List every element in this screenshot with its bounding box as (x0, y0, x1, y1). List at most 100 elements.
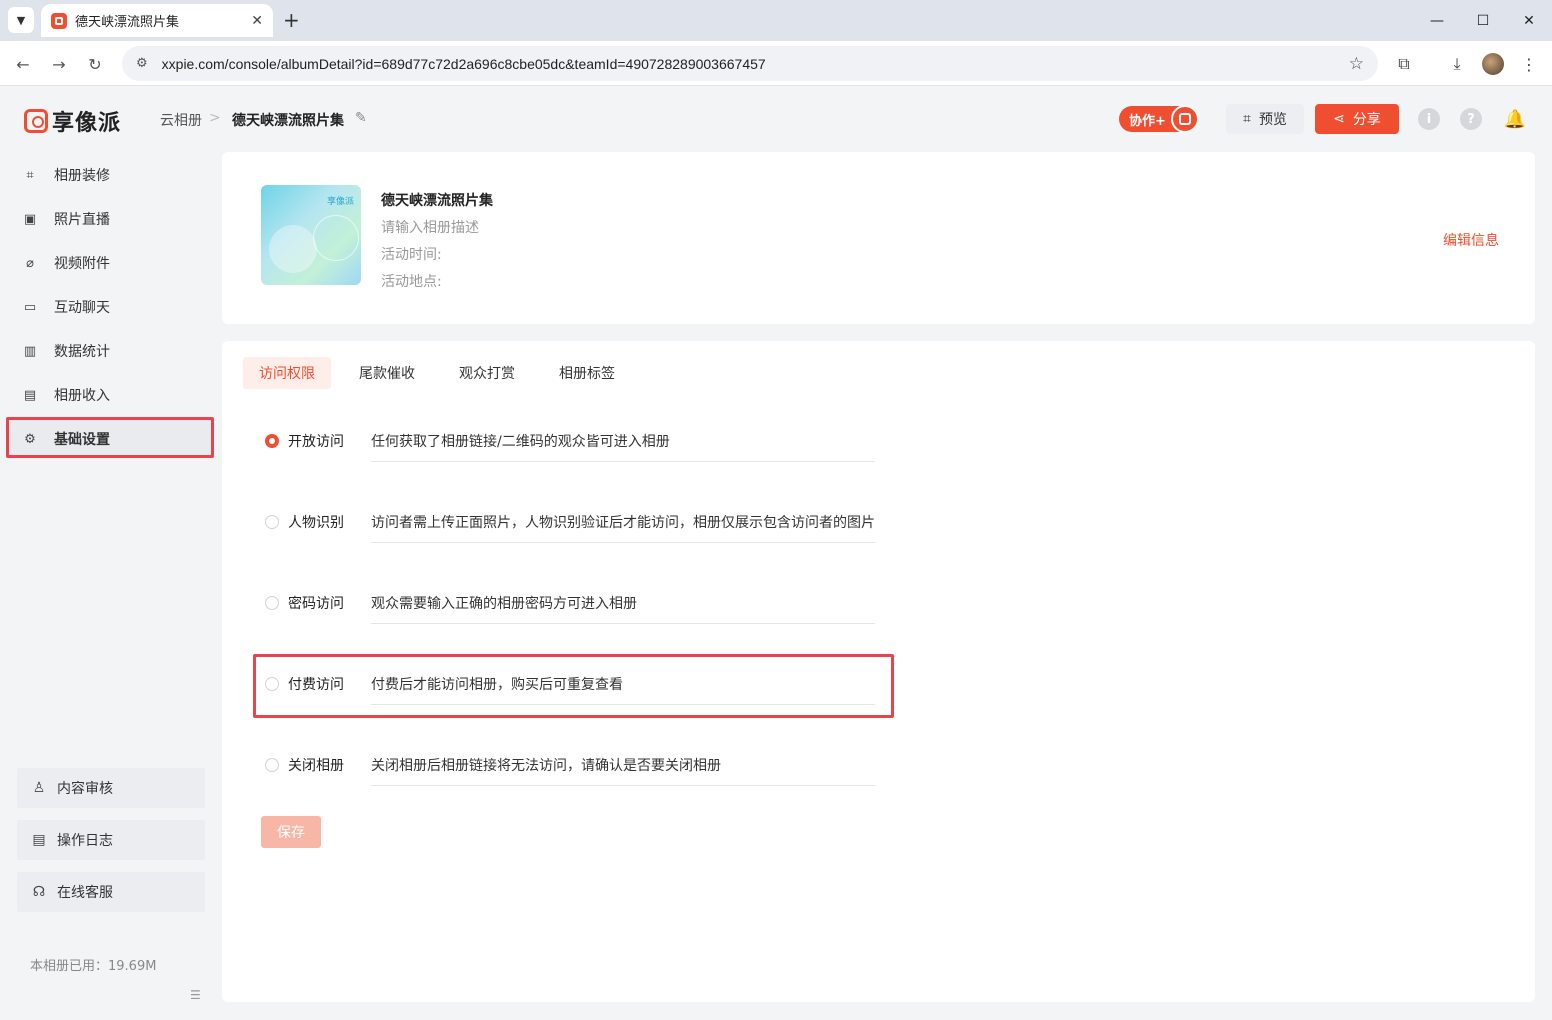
highlight-paid-access (253, 654, 894, 718)
back-icon[interactable]: ← (10, 51, 36, 77)
favicon-icon (51, 12, 67, 29)
info-icon[interactable]: i (1418, 108, 1440, 130)
minimize-icon[interactable]: — (1414, 0, 1460, 41)
headset-icon: ☊ (32, 884, 46, 900)
sidebar-item-label: 相册收入 (54, 388, 110, 404)
storage-usage: 本相册已用：19.69M (30, 959, 157, 974)
scan-icon: ⌗ (1243, 111, 1251, 127)
paperclip-icon: ⌀ (26, 255, 34, 271)
online-support-label: 在线客服 (57, 885, 113, 901)
collab-logo-icon[interactable] (1171, 105, 1199, 133)
forward-icon[interactable]: → (46, 51, 72, 77)
sidebar-item-live[interactable]: ▣ 照片直播 (8, 200, 212, 238)
address-toolbar: ← → ↻ ⚙ xxpie.com/console/albumDetail?id… (0, 41, 1552, 86)
share-button[interactable]: ⋖ 分享 (1315, 104, 1399, 134)
share-icon: ⋖ (1333, 111, 1345, 127)
album-location: 活动地点: (381, 274, 442, 290)
radio-face-recognition[interactable] (265, 515, 279, 529)
menu-icon[interactable]: ⋮ (1517, 52, 1541, 76)
tab-payment-reminder[interactable]: 尾款催收 (343, 357, 431, 389)
app-logo[interactable]: 享像派 (24, 105, 121, 137)
site-info-icon[interactable]: ⚙ (136, 56, 148, 71)
operation-log-label: 操作日志 (57, 833, 113, 849)
option-label: 关闭相册 (288, 758, 344, 774)
radio-close-album[interactable] (265, 758, 279, 772)
highlight-settings (6, 417, 214, 458)
new-tab-icon[interactable]: + (283, 8, 300, 32)
bookmark-star-icon[interactable]: ☆ (1349, 54, 1364, 74)
log-icon: ▤ (32, 832, 46, 848)
album-description: 请输入相册描述 (381, 220, 479, 236)
chat-icon: ▭ (23, 299, 37, 315)
save-button[interactable]: 保存 (261, 816, 321, 848)
browser-tabbar: ▼ 德天峡漂流照片集 ✕ + — ☐ ✕ (0, 0, 1552, 41)
option-open-access[interactable]: 开放访问 任何获取了相册链接/二维码的观众皆可进入相册 (265, 429, 877, 489)
sidebar-item-video[interactable]: ⌀ 视频附件 (8, 244, 212, 282)
chart-icon: ▥ (23, 343, 37, 359)
radio-password-access[interactable] (265, 596, 279, 610)
settings-tabs: 访问权限 尾款催收 观众打赏 相册标签 (243, 357, 643, 389)
album-time: 活动时间: (381, 247, 442, 263)
share-label: 分享 (1352, 112, 1381, 128)
profile-avatar[interactable] (1482, 53, 1504, 75)
collab-label: 协作+ (1129, 113, 1166, 129)
option-desc: 观众需要输入正确的相册密码方可进入相册 (371, 596, 637, 612)
tab-search-icon[interactable]: ▼ (8, 7, 34, 33)
income-icon: ▤ (23, 387, 37, 403)
tab-access[interactable]: 访问权限 (243, 357, 331, 389)
sidebar-item-chat[interactable]: ▭ 互动聊天 (8, 288, 212, 326)
download-icon[interactable]: ⤓ (1445, 52, 1469, 76)
content-review-label: 内容审核 (57, 781, 113, 797)
divider (371, 461, 875, 462)
reload-icon[interactable]: ↻ (82, 51, 108, 77)
help-icon[interactable]: ? (1460, 108, 1482, 130)
tab-tags[interactable]: 相册标签 (543, 357, 631, 389)
option-label: 开放访问 (288, 434, 344, 450)
online-support-button[interactable]: ☊ 在线客服 (17, 872, 205, 912)
option-face-recognition[interactable]: 人物识别 访问者需上传正面照片，人物识别验证后才能访问，相册仅展示包含访问者的图… (265, 510, 877, 570)
sidebar-item-decorate[interactable]: ⌗ 相册装修 (8, 156, 212, 194)
album-title: 德天峡漂流照片集 (381, 193, 493, 209)
option-desc: 关闭相册后相册链接将无法访问，请确认是否要关闭相册 (371, 758, 721, 774)
sidebar-item-stats[interactable]: ▥ 数据统计 (8, 332, 212, 370)
sidebar-item-label: 相册装修 (54, 168, 110, 184)
preview-button[interactable]: ⌗ 预览 (1226, 104, 1304, 134)
decorate-icon: ⌗ (26, 167, 34, 183)
operation-log-button[interactable]: ▤ 操作日志 (17, 820, 205, 860)
option-desc: 访问者需上传正面照片，人物识别验证后才能访问，相册仅展示包含访问者的图片 (371, 515, 875, 531)
sidebar-item-income[interactable]: ▤ 相册收入 (8, 376, 212, 414)
sidebar-item-label: 照片直播 (54, 212, 110, 228)
close-tab-icon[interactable]: ✕ (251, 13, 263, 29)
close-window-icon[interactable]: ✕ (1506, 0, 1552, 41)
tab-tips[interactable]: 观众打赏 (443, 357, 531, 389)
option-password-access[interactable]: 密码访问 观众需要输入正确的相册密码方可进入相册 (265, 591, 877, 651)
cover-logo: 享像派 (326, 197, 354, 207)
breadcrumb-root[interactable]: 云相册 (160, 110, 202, 130)
tab-title: 德天峡漂流照片集 (75, 15, 180, 30)
option-close-album[interactable]: 关闭相册 关闭相册后相册链接将无法访问，请确认是否要关闭相册 (265, 753, 877, 813)
logo-icon (24, 109, 48, 133)
option-label: 人物识别 (288, 515, 344, 531)
maximize-icon[interactable]: ☐ (1460, 0, 1506, 41)
edit-info-link[interactable]: 编辑信息 (1443, 230, 1499, 250)
collapse-sidebar-icon[interactable]: ☰ (190, 988, 201, 1002)
extensions-icon[interactable]: ⧉ (1392, 52, 1416, 76)
edit-title-icon[interactable]: ✎ (355, 110, 367, 126)
radio-open-access[interactable] (265, 434, 279, 448)
preview-label: 预览 (1258, 112, 1287, 128)
divider (371, 785, 875, 786)
sidebar-item-label: 互动聊天 (54, 300, 110, 316)
bell-icon[interactable]: 🔔 (1504, 108, 1526, 130)
album-cover[interactable]: 享像派 (261, 185, 361, 285)
browser-tab[interactable]: 德天峡漂流照片集 ✕ (41, 4, 273, 37)
address-bar[interactable]: ⚙ xxpie.com/console/albumDetail?id=689d7… (122, 46, 1378, 81)
image-icon: ▣ (23, 211, 37, 227)
breadcrumb-separator: > (209, 110, 221, 126)
sidebar-item-label: 视频附件 (54, 256, 110, 272)
url-text[interactable]: xxpie.com/console/albumDetail?id=689d77c… (162, 56, 1349, 72)
window-controls: — ☐ ✕ (1414, 0, 1552, 41)
content-review-button[interactable]: ♙ 内容审核 (17, 768, 205, 808)
album-info-card (222, 152, 1535, 324)
option-label: 密码访问 (288, 596, 344, 612)
divider (371, 542, 875, 543)
